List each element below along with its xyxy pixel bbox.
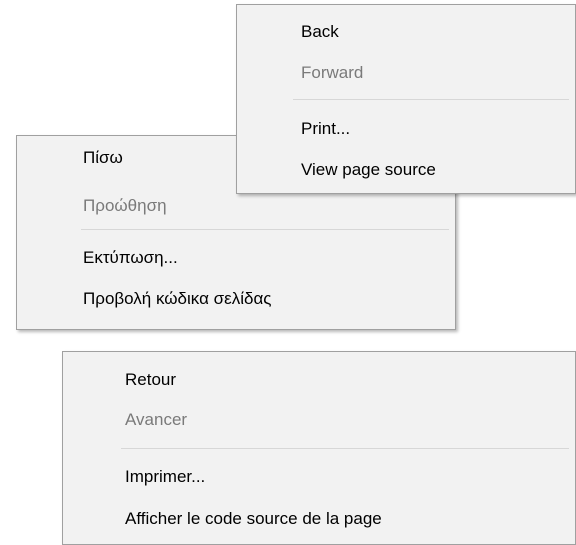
- menu-item-back[interactable]: Retour: [125, 370, 176, 390]
- menu-separator: [81, 229, 449, 230]
- menu-item-print[interactable]: Print...: [301, 119, 350, 139]
- menu-item-back[interactable]: Πίσω: [83, 148, 123, 168]
- context-menu-french: Retour Avancer Imprimer... Afficher le c…: [62, 351, 576, 545]
- menu-separator: [121, 448, 569, 449]
- menu-item-print[interactable]: Imprimer...: [125, 467, 205, 487]
- menu-item-view-page-source[interactable]: Afficher le code source de la page: [125, 509, 382, 529]
- menu-item-view-page-source[interactable]: View page source: [301, 160, 436, 180]
- menu-item-print[interactable]: Εκτύπωση...: [83, 248, 178, 268]
- menu-item-back[interactable]: Back: [301, 22, 339, 42]
- menu-item-view-page-source[interactable]: Προβολή κώδικα σελίδας: [83, 289, 271, 309]
- menu-item-forward: Avancer: [125, 410, 188, 429]
- menu-item-forward: Forward: [301, 63, 364, 82]
- menu-item-forward: Προώθηση: [83, 196, 167, 215]
- menu-separator: [293, 99, 569, 100]
- context-menu-english: Back Forward Print... View page source: [236, 4, 576, 194]
